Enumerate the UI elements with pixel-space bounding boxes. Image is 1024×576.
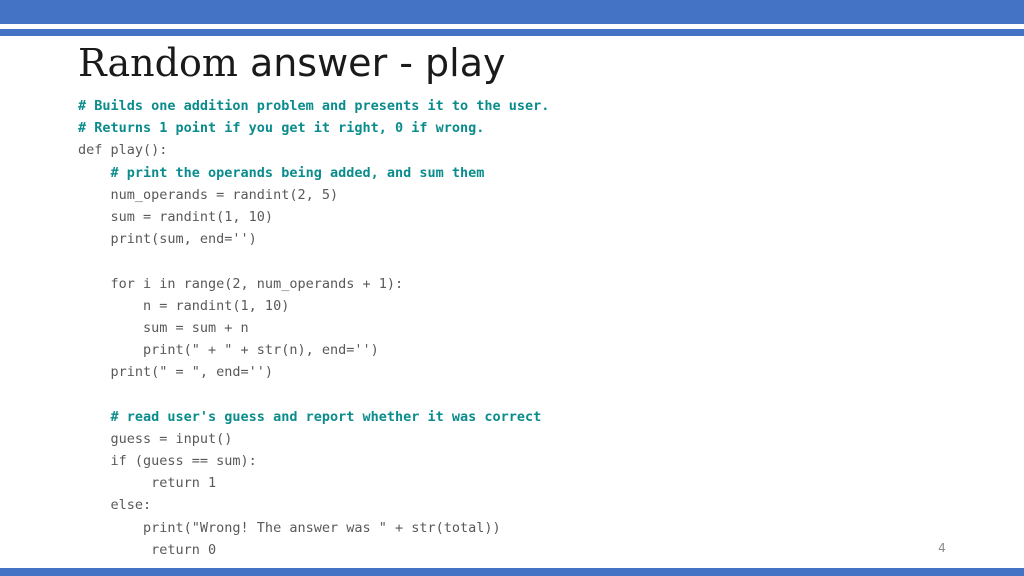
top-accent-rule	[0, 29, 1024, 36]
code-line: n = randint(1, 10)	[78, 297, 290, 314]
code-line: guess = input()	[78, 430, 233, 447]
page-title: Random answer - play	[78, 39, 506, 88]
code-line: # Returns 1 point if you get it right, 0…	[78, 120, 485, 137]
bottom-accent-band	[0, 568, 1024, 576]
page-number: 4	[938, 541, 946, 555]
code-line: if (guess == sum):	[78, 453, 257, 469]
code-line: return 0	[78, 541, 217, 558]
code-line: # read user's guess and report whether i…	[78, 408, 542, 425]
top-accent-band	[0, 0, 1024, 24]
page-title-sans-part: answer - play	[237, 41, 506, 85]
code-line: print(" = ", end='')	[78, 364, 274, 381]
code-line: sum = randint(1, 10)	[78, 208, 274, 225]
code-line: # Builds one addition problem and presen…	[78, 98, 550, 114]
code-line: print(" + " + str(n), end='')	[78, 342, 379, 359]
code-line: # print the operands being added, and su…	[78, 164, 485, 181]
code-block: # Builds one addition problem and presen…	[78, 95, 978, 561]
code-line: for i in range(2, num_operands + 1):	[78, 275, 404, 292]
code-line: else:	[78, 497, 152, 514]
code-line: num_operands = randint(2, 5)	[78, 186, 339, 203]
code-line: print("Wrong! The answer was " + str(tot…	[78, 519, 501, 536]
code-line: sum = sum + n	[78, 319, 249, 336]
code-line: return 1	[78, 475, 217, 492]
code-line: def play():	[78, 142, 168, 159]
page-title-serif-part: Random	[78, 41, 238, 85]
code-line: print(sum, end='')	[78, 231, 257, 248]
